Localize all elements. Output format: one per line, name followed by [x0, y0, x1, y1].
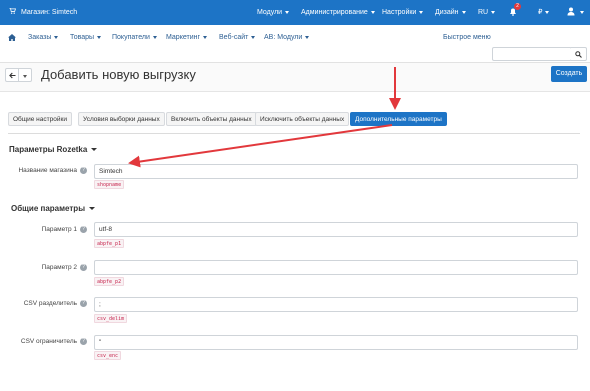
menu-settings[interactable]: Настройки [382, 0, 424, 25]
nav-website-label: Веб-сайт [219, 34, 249, 41]
chevron-down-icon [54, 35, 59, 39]
nav-orders-label: Заказы [28, 34, 52, 41]
tab-data-conditions[interactable]: Условия выборки данных [78, 112, 165, 126]
menu-design[interactable]: Дизайн [435, 0, 466, 25]
user-icon[interactable] [567, 7, 575, 16]
user-menu-chevron[interactable] [577, 0, 584, 25]
nav-marketing[interactable]: Маркетинг [166, 25, 208, 51]
shopname-label: Название магазина? [18, 167, 87, 174]
nav-products-label: Товары [70, 34, 95, 41]
chevron-down-icon [23, 75, 27, 78]
chevron-down-icon [251, 35, 256, 39]
back-history-dropdown[interactable] [19, 68, 32, 82]
chevron-down-icon [89, 207, 96, 211]
shopname-code: shopname [94, 180, 125, 189]
chevron-down-icon [203, 35, 208, 39]
csv-enc-label-text: CSV ограничитель [20, 338, 77, 346]
cart-icon [9, 8, 16, 14]
menu-settings-label: Настройки [382, 9, 417, 16]
search-button[interactable] [571, 47, 587, 61]
create-button[interactable]: Создать [551, 66, 587, 82]
menu-administration-label: Администрирование [301, 9, 368, 16]
nav-orders[interactable]: Заказы [28, 25, 59, 51]
param2-input[interactable] [94, 260, 578, 275]
search-icon [575, 51, 582, 58]
param1-label-text: Параметр 1 [41, 226, 77, 234]
csv-enc-input[interactable]: " [94, 335, 578, 350]
csv-delim-code: csv_delim [94, 314, 128, 323]
chevron-down-icon [305, 35, 310, 39]
help-icon[interactable]: ? [80, 226, 87, 233]
tab-bar: Общие настройки Условия выборки данных В… [8, 112, 580, 134]
menu-modules[interactable]: Модули [257, 0, 290, 25]
chevron-down-icon [285, 10, 290, 14]
chevron-down-icon [545, 10, 550, 14]
arrow-left-icon [9, 72, 16, 79]
help-icon[interactable]: ? [80, 300, 87, 307]
section-rozetka-title: Параметры Rozetka [9, 145, 88, 154]
chevron-down-icon [91, 148, 98, 152]
nav-ab-modules[interactable]: AB: Модули [264, 25, 310, 51]
param2-label-text: Параметр 2 [41, 264, 77, 272]
param2-code: abpfe_p2 [94, 277, 125, 286]
tab-additional-params[interactable]: Дополнительные параметры [350, 112, 447, 126]
chevron-down-icon [461, 10, 466, 14]
nav-marketing-label: Маркетинг [166, 34, 201, 41]
csv-enc-code: csv_enc [94, 351, 122, 360]
shopname-label-text: Название магазина [18, 167, 77, 175]
csv-delim-label: CSV разделитель? [24, 300, 87, 307]
csv-enc-label: CSV ограничитель? [21, 338, 87, 345]
page-header: Добавить новую выгрузку Создать [0, 63, 590, 92]
help-icon[interactable]: ? [80, 167, 87, 174]
section-general-toggle[interactable]: Общие параметры [11, 204, 96, 213]
home-icon[interactable] [8, 34, 16, 41]
nav-products[interactable]: Товары [70, 25, 102, 51]
section-general-title: Общие параметры [11, 204, 86, 213]
csv-delim-input[interactable]: ; [94, 297, 578, 312]
menu-currency[interactable]: ₽ [538, 0, 550, 25]
param2-label: Параметр 2? [42, 264, 87, 271]
menu-administration[interactable]: Администрирование [301, 0, 375, 25]
chevron-down-icon [491, 10, 496, 14]
page-title: Добавить новую выгрузку [41, 67, 196, 82]
chevron-down-icon [419, 10, 424, 14]
shopname-input[interactable]: Simtech [94, 164, 578, 179]
menu-language-label: RU [478, 9, 489, 16]
menu-language[interactable]: RU [478, 0, 496, 25]
chevron-down-icon [152, 35, 157, 39]
tab-exclude-objects[interactable]: Исключить объекты данных [255, 112, 350, 126]
notification-badge: 2 [514, 3, 521, 10]
nav-customers[interactable]: Покупатели [112, 25, 157, 51]
nav-ab-modules-label: AB: Модули [264, 34, 303, 41]
chevron-down-icon [97, 35, 102, 39]
nav-website[interactable]: Веб-сайт [219, 25, 256, 51]
menu-currency-label: ₽ [538, 9, 543, 16]
nav-customers-label: Покупатели [112, 34, 150, 41]
chevron-down-icon [580, 10, 584, 14]
back-button[interactable] [5, 68, 19, 82]
quick-menu-link[interactable]: Быстрое меню [443, 25, 491, 51]
search-input[interactable] [492, 47, 572, 61]
param1-input[interactable]: utf-8 [94, 222, 578, 237]
chevron-down-icon [370, 10, 375, 14]
menu-design-label: Дизайн [435, 9, 459, 16]
tab-general-settings[interactable]: Общие настройки [8, 112, 72, 126]
help-icon[interactable]: ? [80, 338, 87, 345]
top-bar: Магазин: Simtech Модули Администрировани… [0, 0, 590, 25]
store-name[interactable]: Магазин: Simtech [21, 0, 77, 25]
main-nav: Заказы Товары Покупатели Маркетинг Веб-с… [0, 25, 590, 63]
tab-include-objects[interactable]: Включить объекты данных [166, 112, 257, 126]
menu-modules-label: Модули [257, 9, 283, 16]
param1-label: Параметр 1? [42, 226, 87, 233]
param1-code: abpfe_p1 [94, 239, 125, 248]
section-rozetka-toggle[interactable]: Параметры Rozetka [9, 145, 98, 154]
help-icon[interactable]: ? [80, 264, 87, 271]
csv-delim-label-text: CSV разделитель [23, 300, 77, 308]
